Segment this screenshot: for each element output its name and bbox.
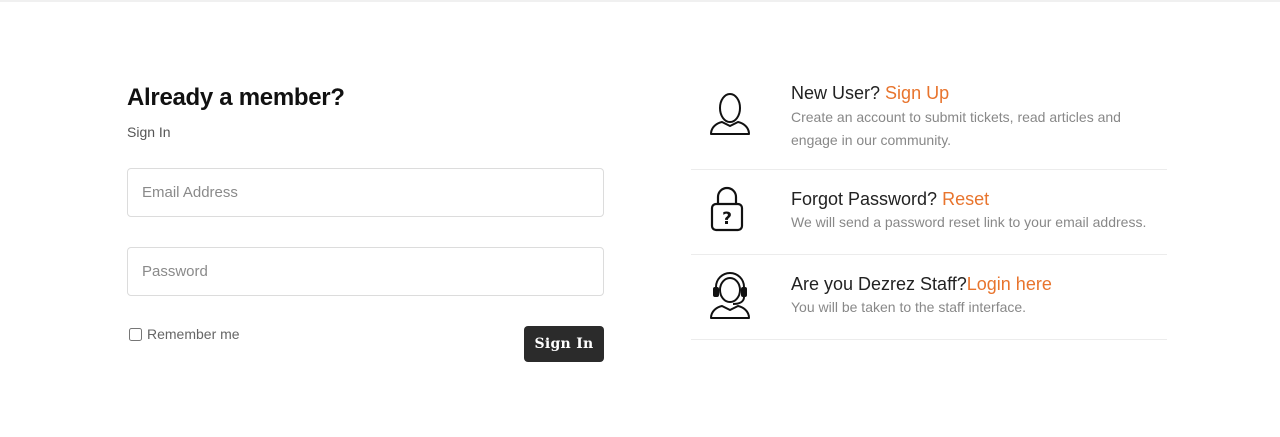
staff-login-description: You will be taken to the staff interface… bbox=[791, 299, 1027, 315]
reset-link[interactable]: Reset bbox=[942, 189, 989, 209]
new-user-title: New User? Sign Up bbox=[791, 81, 1167, 105]
forgot-password-row: ? Forgot Password? Reset We will send a … bbox=[691, 170, 1167, 255]
staff-login-title: Are you Dezrez Staff?Login here bbox=[791, 272, 1167, 296]
remember-me: Remember me bbox=[127, 326, 240, 342]
email-input[interactable] bbox=[127, 168, 604, 217]
forgot-password-description: We will send a password reset link to yo… bbox=[791, 214, 1147, 230]
new-user-row: New User? Sign Up Create an account to s… bbox=[691, 72, 1167, 170]
staff-login-link[interactable]: Login here bbox=[967, 274, 1052, 294]
top-divider bbox=[0, 0, 1280, 2]
signin-subtitle: Sign In bbox=[127, 124, 171, 140]
remember-me-checkbox[interactable] bbox=[129, 327, 142, 341]
page-title: Already a member? bbox=[127, 84, 345, 111]
headset-agent-icon bbox=[707, 270, 753, 325]
lock-question-icon: ? bbox=[707, 185, 747, 238]
new-user-description: Create an account to submit tickets, rea… bbox=[791, 109, 1121, 148]
user-icon bbox=[707, 92, 753, 141]
signin-panel: Already a member? Sign In Remember me Si… bbox=[127, 82, 604, 362]
forgot-password-label: Forgot Password? bbox=[791, 189, 938, 209]
svg-text:?: ? bbox=[722, 209, 732, 229]
sign-in-button[interactable]: Sign In bbox=[524, 326, 604, 362]
staff-login-label: Are you Dezrez Staff? bbox=[791, 274, 967, 294]
staff-login-row: Are you Dezrez Staff?Login here You will… bbox=[691, 255, 1167, 340]
forgot-password-title: Forgot Password? Reset bbox=[791, 187, 1167, 211]
password-input[interactable] bbox=[127, 247, 604, 296]
new-user-label: New User? bbox=[791, 83, 881, 103]
sign-up-link[interactable]: Sign Up bbox=[885, 83, 949, 103]
remember-me-label[interactable]: Remember me bbox=[147, 326, 240, 342]
account-options: New User? Sign Up Create an account to s… bbox=[691, 72, 1167, 340]
